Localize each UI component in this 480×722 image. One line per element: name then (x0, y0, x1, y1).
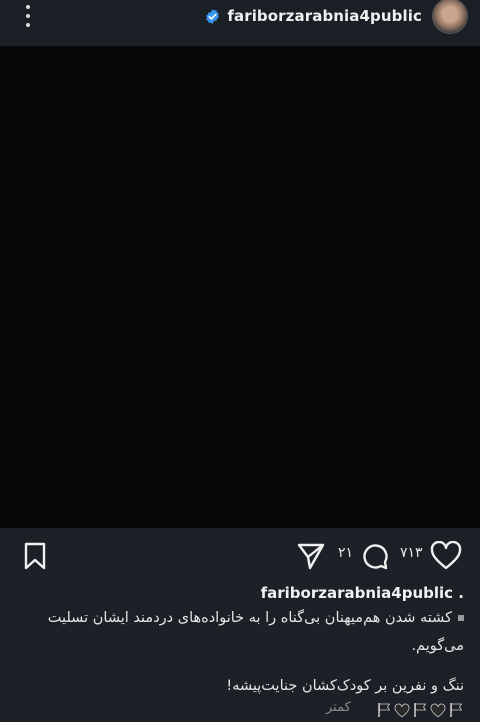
bullet-icon (458, 615, 464, 621)
comment-icon[interactable] (360, 541, 390, 571)
share-icon[interactable] (296, 542, 326, 570)
author-username[interactable]: fariborzarabnia4public (227, 7, 422, 25)
black-flag-icon (414, 703, 427, 717)
post-author[interactable]: fariborzarabnia4public (204, 0, 468, 34)
like-count[interactable]: ۷۱۳ (400, 545, 423, 561)
caption-text: کشته شدن هم‌میهنان بی‌گناه را به خانواده… (24, 604, 464, 660)
comment-count[interactable]: ۲۱ (338, 545, 353, 561)
black-heart-icon (394, 703, 410, 718)
black-flag-icon (450, 703, 463, 717)
post-actions: ۲۱ ۷۱۳ (0, 536, 480, 576)
caption-username[interactable]: fariborzarabnia4public . (261, 584, 464, 602)
caption-line-1: کشته شدن هم‌میهنان بی‌گناه را به خانواده… (47, 610, 464, 654)
post-header: fariborzarabnia4public (0, 0, 480, 46)
show-less-link[interactable]: کمتر (326, 700, 351, 715)
black-heart-icon (430, 703, 446, 718)
save-icon[interactable] (23, 542, 47, 570)
more-vertical-icon[interactable] (18, 4, 38, 28)
caption-emoji-row (376, 698, 464, 722)
caption-line-2: ننگ و نفرین بر کودک‌کشان جنایت‌پیشه! (226, 678, 464, 694)
post-media[interactable] (0, 46, 480, 528)
verified-badge-icon (206, 8, 220, 24)
avatar[interactable] (432, 0, 468, 34)
black-flag-icon (378, 703, 391, 717)
heart-icon[interactable] (430, 541, 462, 571)
